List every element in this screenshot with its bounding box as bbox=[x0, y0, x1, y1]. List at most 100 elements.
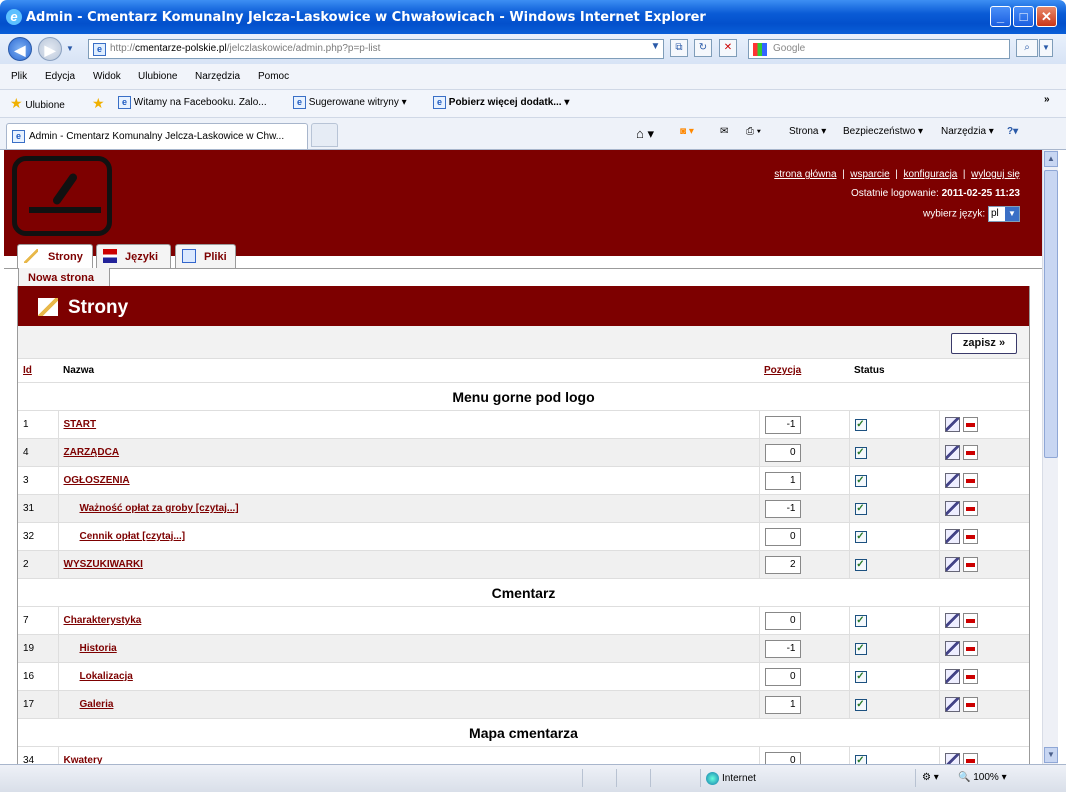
tab-jezyki[interactable]: Języki bbox=[96, 244, 171, 268]
delete-icon[interactable] bbox=[962, 473, 978, 488]
menu-ulubione[interactable]: Ulubione bbox=[138, 71, 177, 82]
sort-id[interactable]: Id bbox=[23, 365, 32, 376]
status-checkbox[interactable]: ✓ bbox=[854, 642, 867, 655]
edit-icon[interactable] bbox=[944, 445, 960, 460]
search-icon[interactable]: ⌕ bbox=[1016, 39, 1038, 57]
page-link[interactable]: Charakterystyka bbox=[64, 615, 142, 626]
site-logo[interactable] bbox=[12, 156, 112, 236]
maximize-button[interactable]: □ bbox=[1013, 6, 1034, 27]
status-checkbox[interactable]: ✓ bbox=[854, 446, 867, 459]
page-link[interactable]: WYSZUKIWARKI bbox=[64, 559, 143, 570]
position-input[interactable]: -1 bbox=[764, 639, 801, 658]
position-input[interactable]: 0 bbox=[764, 527, 801, 546]
add-favorite-icon[interactable]: ★ bbox=[92, 95, 105, 112]
scroll-thumb[interactable] bbox=[1044, 170, 1058, 458]
position-input[interactable]: 0 bbox=[764, 443, 801, 462]
position-input[interactable]: 2 bbox=[764, 555, 801, 574]
link-support[interactable]: wsparcie bbox=[850, 169, 889, 180]
favorites-button[interactable]: ★ Ulubione bbox=[10, 95, 65, 112]
edit-icon[interactable] bbox=[944, 697, 960, 712]
forward-button[interactable]: ▶ bbox=[38, 37, 62, 61]
page-link[interactable]: Ważność opłat za groby [czytaj...] bbox=[64, 503, 239, 514]
page-link[interactable]: Galeria bbox=[64, 699, 114, 710]
page-link[interactable]: Lokalizacja bbox=[64, 671, 133, 682]
refresh-icon[interactable]: ↻ bbox=[694, 39, 712, 57]
delete-icon[interactable] bbox=[962, 557, 978, 572]
stop-icon[interactable]: ✕ bbox=[719, 39, 737, 57]
favorite-facebook[interactable]: e Witamy na Facebooku. Zalo... bbox=[118, 96, 267, 109]
menu-widok[interactable]: Widok bbox=[93, 71, 121, 82]
status-checkbox[interactable]: ✓ bbox=[854, 558, 867, 571]
status-checkbox[interactable]: ✓ bbox=[854, 530, 867, 543]
position-input[interactable]: 0 bbox=[764, 667, 801, 686]
tab-pliki[interactable]: Pliki bbox=[175, 244, 236, 268]
favorite-get-addons[interactable]: e Pobierz więcej dodatk... ▾ bbox=[433, 96, 569, 109]
page-link[interactable]: Historia bbox=[64, 643, 117, 654]
mail-icon[interactable]: ✉ bbox=[720, 126, 728, 137]
search-options-icon[interactable]: ▼ bbox=[1039, 39, 1053, 57]
page-link[interactable]: START bbox=[64, 419, 97, 430]
position-input[interactable]: -1 bbox=[764, 415, 801, 434]
browser-tab-active[interactable]: e Admin - Cmentarz Komunalny Jelcza-Lask… bbox=[6, 123, 308, 149]
page-menu[interactable]: Strona ▾ bbox=[789, 126, 826, 137]
history-dropdown-icon[interactable]: ▼ bbox=[66, 44, 74, 53]
compatibility-icon[interactable]: ⧉ bbox=[670, 39, 688, 57]
edit-icon[interactable] bbox=[944, 669, 960, 684]
status-checkbox[interactable]: ✓ bbox=[854, 502, 867, 515]
protected-mode-icon[interactable]: ⚙ ▾ bbox=[922, 772, 939, 783]
feeds-icon[interactable]: ◙ ▾ bbox=[680, 126, 694, 137]
delete-icon[interactable] bbox=[962, 529, 978, 544]
save-button[interactable]: zapisz » bbox=[951, 333, 1017, 354]
delete-icon[interactable] bbox=[962, 669, 978, 684]
edit-icon[interactable] bbox=[944, 557, 960, 572]
menu-narzedzia[interactable]: Narzędzia bbox=[195, 71, 240, 82]
edit-icon[interactable] bbox=[944, 529, 960, 544]
position-input[interactable]: 0 bbox=[764, 751, 801, 764]
url-dropdown-icon[interactable]: ▼ bbox=[648, 39, 663, 57]
status-checkbox[interactable]: ✓ bbox=[854, 614, 867, 627]
close-button[interactable]: ✕ bbox=[1036, 6, 1057, 27]
edit-icon[interactable] bbox=[944, 753, 960, 764]
toolbar-overflow-icon[interactable]: » bbox=[1044, 94, 1050, 105]
search-input[interactable]: Google bbox=[748, 39, 1010, 59]
delete-icon[interactable] bbox=[962, 613, 978, 628]
status-checkbox[interactable]: ✓ bbox=[854, 418, 867, 431]
favorite-suggested-sites[interactable]: e Sugerowane witryny ▾ bbox=[293, 96, 407, 109]
menu-edycja[interactable]: Edycja bbox=[45, 71, 75, 82]
status-checkbox[interactable]: ✓ bbox=[854, 754, 867, 764]
scroll-up-icon[interactable]: ▲ bbox=[1044, 151, 1058, 167]
link-logout[interactable]: wyloguj się bbox=[971, 169, 1020, 180]
help-icon[interactable]: ?▾ bbox=[1007, 126, 1018, 137]
delete-icon[interactable] bbox=[962, 417, 978, 432]
page-link[interactable]: ZARZĄDCA bbox=[64, 447, 120, 458]
new-tab-button[interactable] bbox=[311, 123, 338, 147]
delete-icon[interactable] bbox=[962, 445, 978, 460]
zoom-level[interactable]: 🔍 100% ▾ bbox=[958, 772, 1007, 783]
menu-plik[interactable]: Plik bbox=[11, 71, 27, 82]
status-checkbox[interactable]: ✓ bbox=[854, 698, 867, 711]
position-input[interactable]: -1 bbox=[764, 499, 801, 518]
link-home[interactable]: strona główna bbox=[774, 169, 836, 180]
url-input[interactable]: e http://cmentarze-polskie.pl/jelczlasko… bbox=[88, 39, 664, 59]
delete-icon[interactable] bbox=[962, 641, 978, 656]
language-select[interactable]: pl ▼ bbox=[988, 206, 1020, 222]
edit-icon[interactable] bbox=[944, 613, 960, 628]
delete-icon[interactable] bbox=[962, 753, 978, 764]
page-link[interactable]: Kwatery bbox=[64, 755, 103, 764]
safety-menu[interactable]: Bezpieczeństwo ▾ bbox=[843, 126, 923, 137]
menu-pomoc[interactable]: Pomoc bbox=[258, 71, 289, 82]
tools-menu[interactable]: Narzędzia ▾ bbox=[941, 126, 994, 137]
home-icon[interactable]: ⌂ ▾ bbox=[636, 126, 654, 142]
edit-icon[interactable] bbox=[944, 641, 960, 656]
position-input[interactable]: 0 bbox=[764, 611, 801, 630]
status-checkbox[interactable]: ✓ bbox=[854, 474, 867, 487]
tab-strony[interactable]: Strony bbox=[17, 244, 93, 268]
print-icon[interactable]: ⎙ ▾ bbox=[746, 126, 761, 137]
vertical-scrollbar[interactable]: ▲ ▼ bbox=[1042, 150, 1058, 764]
sort-pozycja[interactable]: Pozycja bbox=[764, 365, 801, 376]
delete-icon[interactable] bbox=[962, 501, 978, 516]
status-checkbox[interactable]: ✓ bbox=[854, 670, 867, 683]
scroll-down-icon[interactable]: ▼ bbox=[1044, 747, 1058, 763]
position-input[interactable]: 1 bbox=[764, 471, 801, 490]
edit-icon[interactable] bbox=[944, 501, 960, 516]
